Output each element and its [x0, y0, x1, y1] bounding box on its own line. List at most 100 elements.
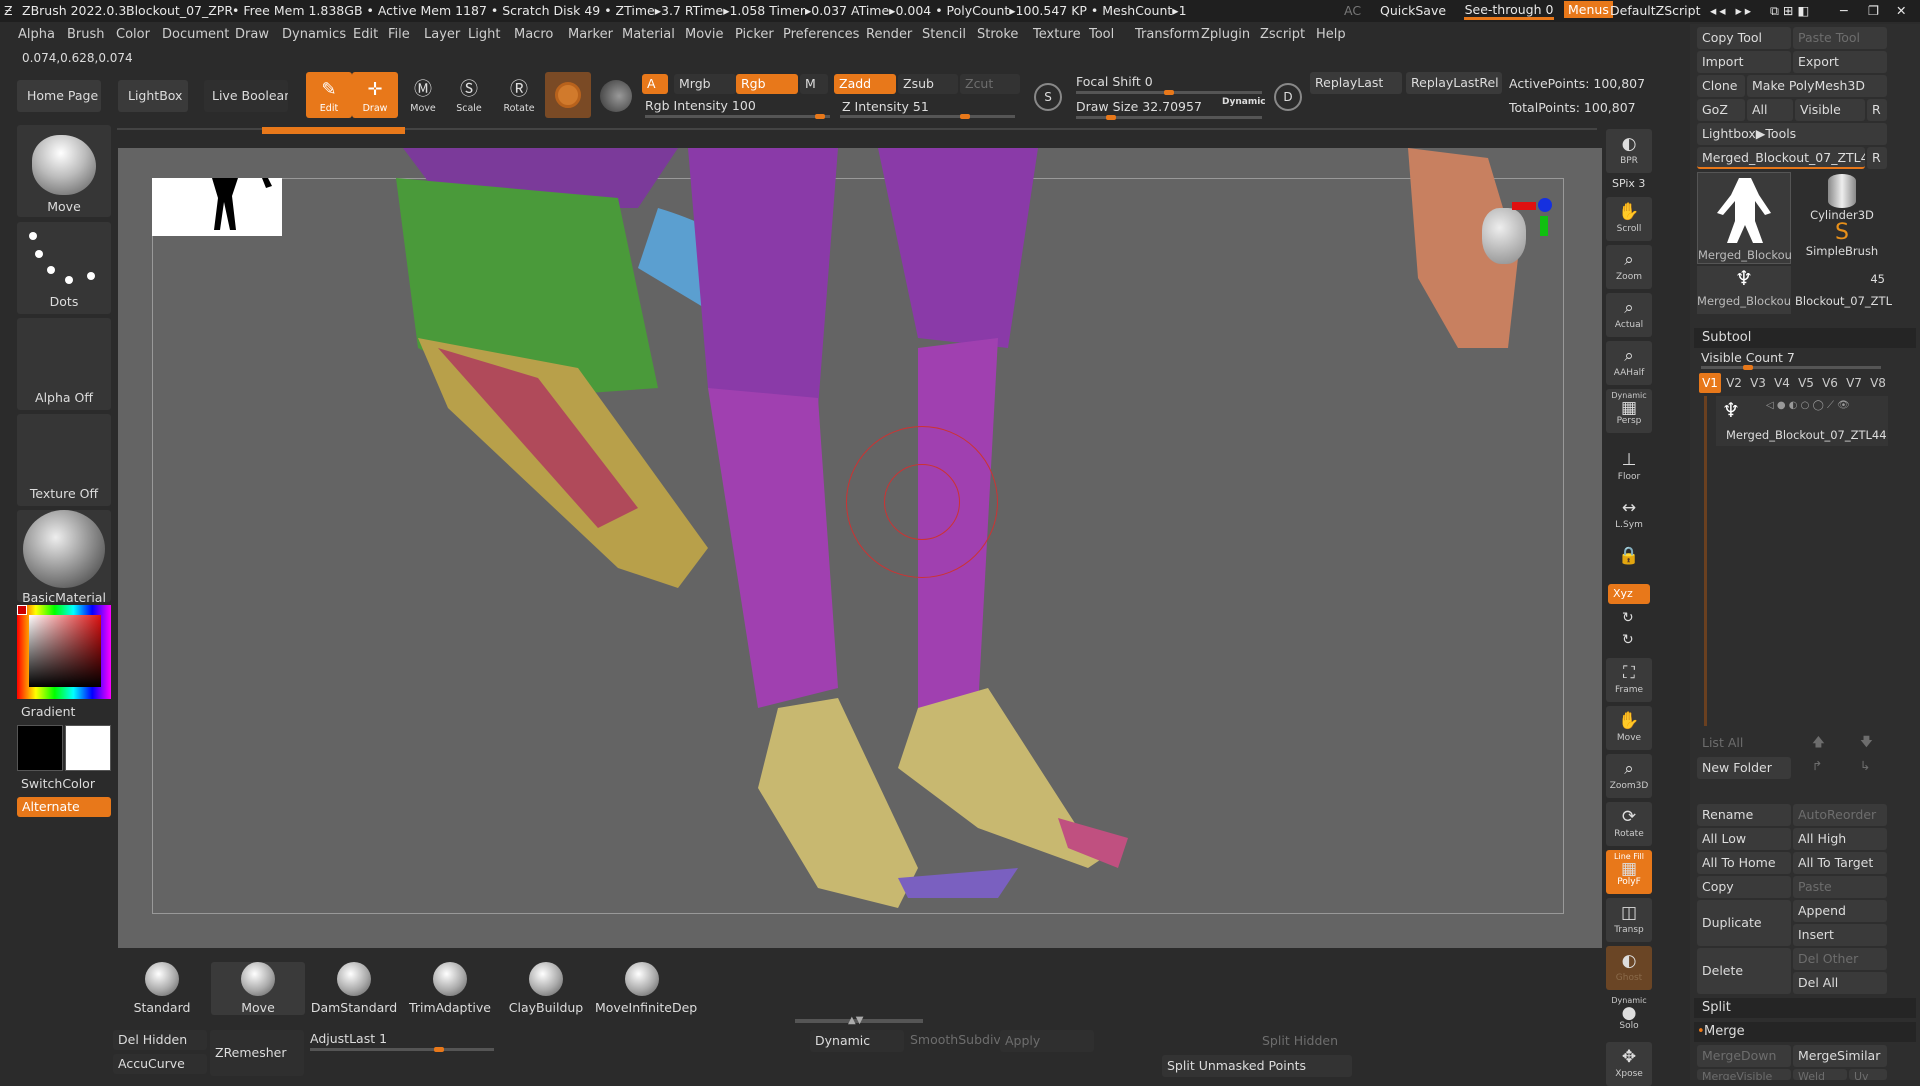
mergevisible-button[interactable]: MergeVisible	[1697, 1069, 1791, 1080]
del-hidden-button[interactable]: Del Hidden	[113, 1030, 207, 1050]
sculptris-mode-button[interactable]	[545, 72, 591, 118]
goz-r-button[interactable]: R	[1867, 99, 1887, 121]
del-all-button[interactable]: Del All	[1793, 972, 1887, 994]
menu-document[interactable]: Document	[162, 27, 229, 42]
tool-r-button[interactable]: R	[1867, 147, 1887, 169]
dynamic-size-toggle[interactable]: Dynamic	[1222, 97, 1266, 107]
edit-mode-button[interactable]: ✎ Edit	[306, 72, 352, 118]
arrow-up-icon[interactable]: 🡅	[1812, 733, 1825, 754]
del-other-button[interactable]: Del Other	[1793, 948, 1887, 970]
uv-button[interactable]: Uv	[1849, 1069, 1887, 1080]
arrow-down-icon[interactable]: 🡇	[1860, 733, 1873, 754]
tab-v2[interactable]: V2	[1723, 373, 1745, 393]
zcut-toggle[interactable]: Zcut	[960, 74, 1020, 94]
menu-macro[interactable]: Macro	[514, 27, 553, 42]
menu-brush[interactable]: Brush	[67, 27, 105, 42]
menus-toggle[interactable]: Menus	[1564, 1, 1613, 18]
menu-color[interactable]: Color	[116, 27, 150, 42]
menu-light[interactable]: Light	[468, 27, 500, 42]
rename-button[interactable]: Rename	[1697, 804, 1791, 826]
menu-texture[interactable]: Texture	[1033, 27, 1081, 42]
brush-selector[interactable]: Move	[17, 125, 111, 217]
floor-button[interactable]: ⊥ Floor	[1606, 445, 1652, 489]
tab-v6[interactable]: V6	[1819, 373, 1841, 393]
tab-v7[interactable]: V7	[1843, 373, 1865, 393]
xyz-toggle[interactable]: Xyz	[1608, 584, 1650, 604]
texture-selector[interactable]: Texture Off	[17, 414, 111, 506]
scale-mode-button[interactable]: Ⓢ Scale	[446, 72, 492, 118]
stroke-d-icon[interactable]: D	[1274, 83, 1302, 111]
menu-render[interactable]: Render	[866, 27, 912, 42]
actual-button[interactable]: ⌕ Actual	[1606, 293, 1652, 337]
menu-marker[interactable]: Marker	[568, 27, 613, 42]
tab-v5[interactable]: V5	[1795, 373, 1817, 393]
alpha-selector[interactable]: Alpha Off	[17, 318, 111, 410]
lightbox-button[interactable]: LightBox	[118, 80, 188, 112]
export-button[interactable]: Export	[1793, 51, 1887, 73]
mergesimilar-button[interactable]: MergeSimilar	[1793, 1045, 1887, 1067]
minimize-icon[interactable]: ─	[1840, 3, 1848, 18]
tab-v1[interactable]: V1	[1699, 373, 1721, 393]
lock-button[interactable]: 🔒	[1606, 541, 1652, 585]
z-intensity-label[interactable]: Z Intensity 51	[842, 99, 929, 114]
copy-subtool-button[interactable]: Copy	[1697, 876, 1791, 898]
split-hidden-button[interactable]: Split Hidden	[1162, 1030, 1352, 1052]
tool-thumb-merged-2[interactable]: ♆ Merged_Blockou	[1697, 266, 1791, 314]
stroke-s-icon[interactable]: S	[1034, 83, 1062, 111]
zremesher-button[interactable]: ZRemesher	[210, 1030, 304, 1076]
move-view-button[interactable]: ✋ Move	[1606, 706, 1652, 750]
merge-header[interactable]: • Merge	[1694, 1022, 1916, 1042]
accucurve-button[interactable]: AccuCurve	[113, 1054, 207, 1074]
make-polymesh-button[interactable]: Make PolyMesh3D	[1747, 75, 1887, 97]
menu-stroke[interactable]: Stroke	[977, 27, 1018, 42]
menu-dynamics[interactable]: Dynamics	[282, 27, 346, 42]
a-toggle[interactable]: A	[642, 74, 668, 94]
window-layout-icon[interactable]: ◂◂ ▸▸	[1710, 3, 1754, 18]
navigation-head-gizmo[interactable]	[1468, 198, 1552, 298]
rotate-y-icon[interactable]: ↻	[1622, 610, 1634, 626]
menu-alpha[interactable]: Alpha	[18, 27, 55, 42]
color-picker[interactable]	[17, 605, 111, 699]
rotate-view-button[interactable]: ⟳ Rotate	[1606, 802, 1652, 846]
focal-shift-slider[interactable]	[1076, 90, 1262, 95]
current-tool-slider[interactable]: Merged_Blockout_07_ZTL44.	[1697, 147, 1865, 169]
rotate-mode-button[interactable]: Ⓡ Rotate	[496, 72, 542, 118]
all-low-button[interactable]: All Low	[1697, 828, 1791, 850]
replaylastrel-button[interactable]: ReplayLastRel	[1406, 72, 1502, 94]
visible-count-slider[interactable]: Visible Count 7	[1701, 350, 1795, 365]
menu-zplugin[interactable]: Zplugin	[1201, 27, 1250, 42]
brush-standard[interactable]: Standard	[115, 962, 209, 1015]
move-down-folder-icon[interactable]: ↳	[1860, 758, 1870, 773]
zadd-toggle[interactable]: Zadd	[834, 74, 896, 94]
tool-thumb-blockout[interactable]: 45 Blockout_07_ZTL	[1795, 266, 1892, 314]
all-high-button[interactable]: All High	[1793, 828, 1887, 850]
draw-size-label[interactable]: Draw Size 32.70957	[1076, 99, 1202, 114]
menu-movie[interactable]: Movie	[685, 27, 723, 42]
rgb-intensity-slider[interactable]	[645, 114, 830, 119]
restore-icon[interactable]: ❐	[1868, 3, 1879, 18]
live-boolean-button[interactable]: Live Boolean	[204, 80, 288, 112]
delete-button[interactable]: Delete	[1697, 948, 1791, 994]
mrgb-toggle[interactable]: Mrgb	[674, 74, 736, 94]
material-sphere-icon[interactable]	[600, 80, 632, 112]
see-through-slider[interactable]: See-through 0	[1464, 2, 1554, 20]
persp-button[interactable]: Dynamic ▦ Persp	[1606, 389, 1652, 433]
collapse-arrows-icon[interactable]: ▲▼	[848, 1015, 863, 1026]
zsub-toggle[interactable]: Zsub	[898, 74, 958, 94]
autoreorder-button[interactable]: AutoReorder	[1793, 804, 1887, 826]
menu-picker[interactable]: Picker	[735, 27, 774, 42]
menu-preferences[interactable]: Preferences	[783, 27, 859, 42]
lsym-button[interactable]: ↔ L.Sym	[1606, 493, 1652, 537]
menu-draw[interactable]: Draw	[235, 27, 269, 42]
frame-button[interactable]: ⛶ Frame	[1606, 658, 1652, 702]
zoom-button[interactable]: ⌕ Zoom	[1606, 245, 1652, 289]
lightbox-tools-button[interactable]: Lightbox▶Tools	[1697, 123, 1887, 145]
brush-damstandard[interactable]: DamStandard	[307, 962, 401, 1015]
rgb-intensity-label[interactable]: Rgb Intensity 100	[645, 98, 756, 113]
draw-size-slider[interactable]	[1076, 115, 1262, 120]
subtool-header[interactable]: Subtool	[1694, 328, 1916, 348]
menu-transform[interactable]: Transform	[1135, 27, 1200, 42]
m-toggle[interactable]: M	[800, 74, 828, 94]
secondary-color-swatch[interactable]	[65, 725, 111, 771]
menu-stencil[interactable]: Stencil	[922, 27, 966, 42]
